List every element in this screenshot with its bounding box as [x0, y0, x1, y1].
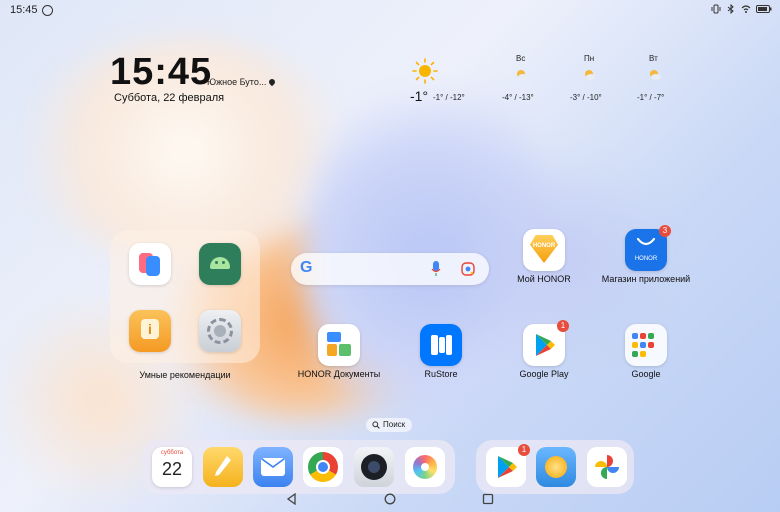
- notification-badge: 1: [518, 444, 530, 456]
- notification-badge: 3: [659, 225, 671, 237]
- google-photos-icon[interactable]: [587, 447, 627, 487]
- microphone-icon[interactable]: [431, 261, 441, 277]
- google-lens-icon[interactable]: [461, 262, 475, 276]
- calendar-icon[interactable]: суббота 22: [152, 447, 192, 487]
- partly-cloudy-icon: [585, 70, 596, 80]
- camera-icon[interactable]: [354, 447, 394, 487]
- clock-time[interactable]: 15:45: [110, 52, 212, 92]
- forecast-range: -4° / -13°: [502, 93, 534, 102]
- app-tips-icon[interactable]: [129, 243, 171, 285]
- status-bar: 15:45: [0, 0, 780, 22]
- google-g-icon: G: [300, 259, 313, 276]
- honor-logo-text: HONOR: [532, 243, 556, 249]
- clock-location: Южное Буто...: [207, 77, 267, 87]
- notes-pencil-icon[interactable]: [203, 447, 243, 487]
- settings-gear-icon[interactable]: [199, 310, 241, 352]
- sun-icon: [412, 58, 438, 84]
- battery-icon: [756, 5, 772, 13]
- honor-docs-icon[interactable]: [318, 324, 360, 366]
- vibrate-icon: [711, 4, 721, 14]
- dnd-icon: [42, 5, 53, 16]
- clock-date: Суббота, 22 февраля: [114, 92, 225, 104]
- rustore-icon[interactable]: [420, 324, 462, 366]
- home-screen: 15:45 15:45 Южное Буто... Суббота, 22 фе…: [0, 0, 780, 512]
- forecast-range: -1° / -7°: [637, 93, 665, 102]
- weather-current-temp[interactable]: -1°: [410, 88, 428, 104]
- notification-badge: 1: [557, 320, 569, 332]
- bluetooth-icon: [727, 4, 734, 14]
- google-search-bar[interactable]: G: [291, 253, 489, 285]
- home-icon[interactable]: [384, 493, 396, 505]
- status-time: 15:45: [10, 4, 38, 16]
- folder-label: Умные рекомендации: [139, 370, 231, 380]
- forecast-day: Пн: [584, 54, 595, 63]
- calendar-weekday: суббота: [160, 450, 184, 456]
- forecast-day: Вс: [516, 54, 526, 63]
- wifi-icon: [741, 5, 751, 13]
- partly-cloudy-icon: [517, 70, 528, 80]
- partly-cloudy-icon: [650, 70, 661, 80]
- search-pill-label: Поиск: [383, 420, 406, 429]
- chrome-icon[interactable]: [303, 447, 343, 487]
- rustore-label: RuStore: [424, 369, 458, 379]
- search-pill[interactable]: Поиск: [366, 418, 412, 432]
- honor-docs-label: HONOR Документы: [297, 369, 381, 379]
- email-icon[interactable]: [253, 447, 293, 487]
- search-icon: [372, 421, 380, 429]
- notes-info-icon[interactable]: i: [129, 310, 171, 352]
- forecast-day: Вт: [649, 54, 658, 63]
- app-market-label: Магазин приложений: [601, 274, 691, 284]
- calendar-date: 22: [161, 459, 183, 479]
- my-honor-label: Мой HONOR: [517, 274, 571, 284]
- honor-logo-text: HONOR: [634, 256, 658, 262]
- recents-icon[interactable]: [482, 493, 494, 505]
- my-honor-app-icon[interactable]: HONOR: [523, 229, 565, 271]
- status-icons: [711, 4, 772, 14]
- weather-app-icon[interactable]: [536, 447, 576, 487]
- gallery-flower-icon[interactable]: [405, 447, 445, 487]
- weather-current-range: -1° / -12°: [433, 93, 465, 102]
- back-icon[interactable]: [286, 493, 298, 505]
- google-play-label: Google Play: [519, 369, 569, 379]
- bag-smile-icon: [636, 237, 656, 246]
- forecast-range: -3° / -10°: [570, 93, 602, 102]
- google-folder-label: Google: [631, 369, 661, 379]
- android-icon[interactable]: [199, 243, 241, 285]
- google-folder-icon[interactable]: [625, 324, 667, 366]
